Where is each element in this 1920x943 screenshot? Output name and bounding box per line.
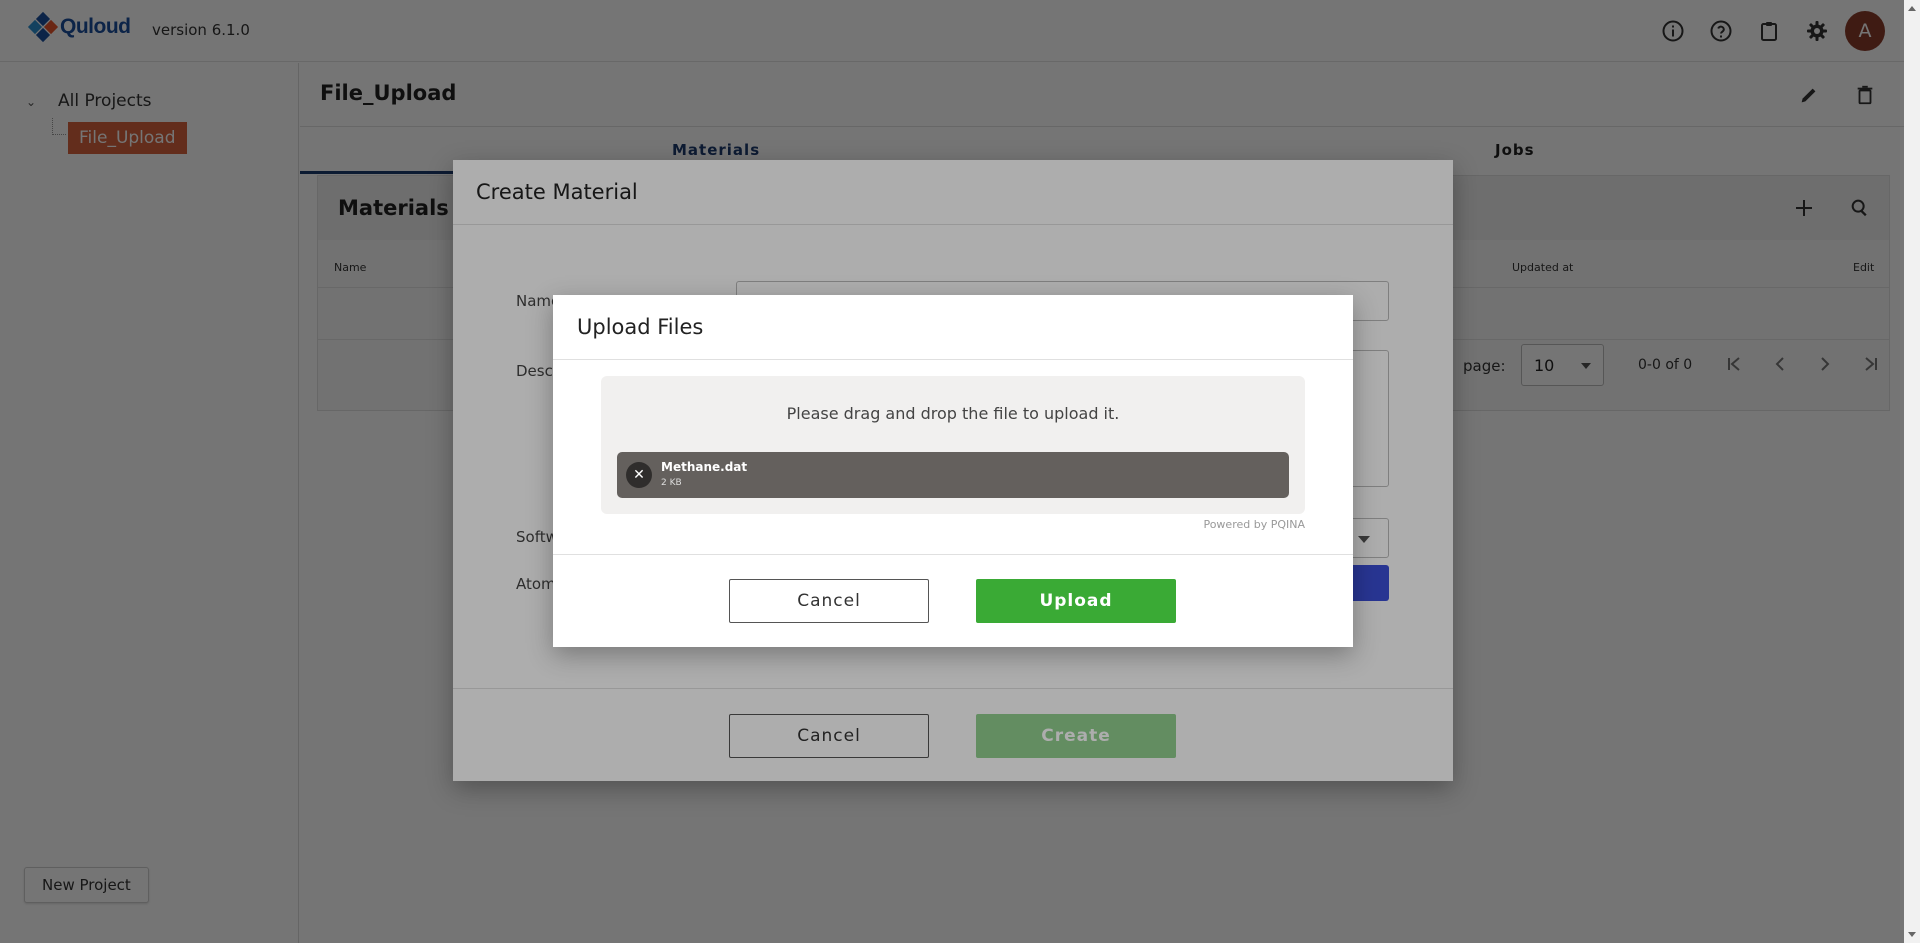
file-dropzone[interactable]: Please drag and drop the file to upload … xyxy=(601,376,1305,514)
powered-by-link[interactable]: Powered by PQINA xyxy=(1203,518,1305,531)
file-item: ✕ Methane.dat 2 KB xyxy=(617,452,1289,498)
scroll-up-icon[interactable] xyxy=(1908,6,1916,11)
upload-cancel-button[interactable]: Cancel xyxy=(729,579,929,623)
page-scrollbar[interactable] xyxy=(1904,0,1920,943)
remove-file-icon[interactable]: ✕ xyxy=(626,462,652,488)
drop-instructions: Please drag and drop the file to upload … xyxy=(786,404,1120,423)
file-name: Methane.dat xyxy=(661,460,748,474)
upload-button[interactable]: Upload xyxy=(976,579,1176,623)
upload-files-title: Upload Files xyxy=(577,315,704,339)
file-size: 2 KB xyxy=(661,478,682,488)
dialog-footer-divider xyxy=(553,554,1353,555)
upload-files-dialog: Upload Files Please drag and drop the fi… xyxy=(553,295,1353,647)
dialog-divider xyxy=(553,359,1353,360)
scroll-down-icon[interactable] xyxy=(1908,932,1916,937)
